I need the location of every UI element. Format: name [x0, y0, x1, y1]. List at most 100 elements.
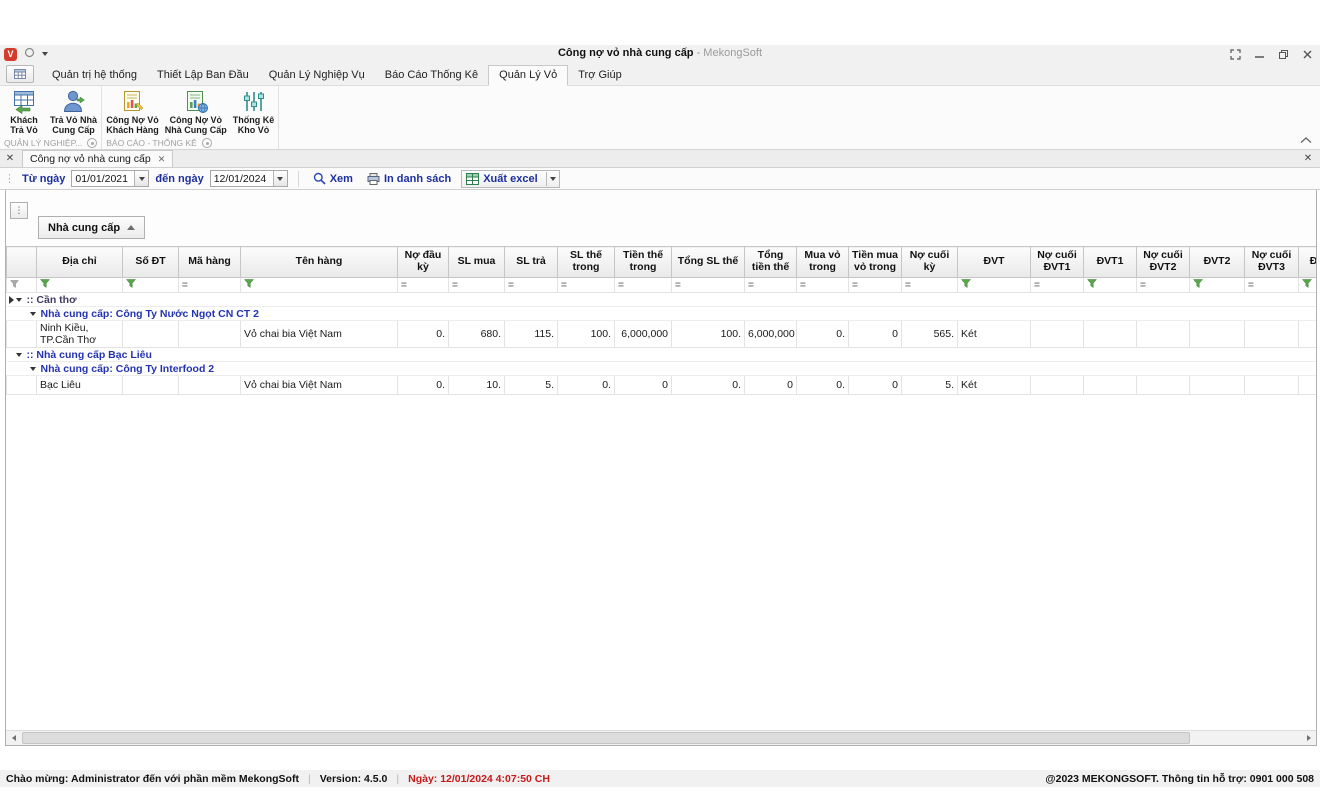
cell-tien_mua_vo_trong[interactable]: 0 — [849, 321, 902, 348]
customer-return-shell-button[interactable]: KháchTrả Vỏ — [1, 86, 47, 136]
group-by-chip-supplier[interactable]: Nhà cung cấp — [38, 216, 145, 239]
column-header-dia_chi[interactable]: Địa chỉ — [37, 247, 123, 278]
filter-cell-ma_hang[interactable]: = — [179, 278, 241, 293]
cell-dvt2[interactable] — [1190, 376, 1245, 395]
cell-tong_sl_the[interactable]: 100. — [672, 321, 745, 348]
cell-no_cuoi_ky[interactable]: 5. — [902, 376, 958, 395]
cell-dvt_clipped[interactable] — [1299, 376, 1318, 395]
column-header-no_cuoi_ky[interactable]: Nợ cuối kỳ — [902, 247, 958, 278]
cell-tong_tien_the[interactable]: 0 — [745, 376, 797, 395]
filter-cell-dvt2[interactable] — [1190, 278, 1245, 293]
minimize-button[interactable] — [1253, 48, 1266, 61]
cell-no_cuoi_dvt2[interactable] — [1137, 376, 1190, 395]
filter-cell-dvt[interactable] — [958, 278, 1031, 293]
fullscreen-button[interactable] — [1229, 48, 1242, 61]
cell-no_dau_ky[interactable]: 0. — [398, 376, 449, 395]
export-excel-button[interactable]: Xuất excel — [461, 170, 559, 188]
column-header-tien_mua_vo_trong[interactable]: Tiền mua vỏ trong — [849, 247, 902, 278]
ribbon-tab-trợ-giúp[interactable]: Trợ Giúp — [568, 66, 631, 85]
filter-cell-tong_sl_the[interactable]: = — [672, 278, 745, 293]
cell-ten_hang[interactable]: Vỏ chai bia Việt Nam — [241, 376, 398, 395]
scroll-left-button[interactable] — [6, 731, 21, 745]
cell-mua_vo_trong[interactable]: 0. — [797, 376, 849, 395]
ribbon-tab-quản-trị-hệ-thống[interactable]: Quản trị hệ thống — [42, 66, 147, 85]
column-header-no_cuoi_dvt1[interactable]: Nợ cuối ĐVT1 — [1031, 247, 1084, 278]
filter-cell-so_dt[interactable] — [123, 278, 179, 293]
column-header-dvt2[interactable]: ĐVT2 — [1190, 247, 1245, 278]
filter-cell-sl_mua[interactable]: = — [449, 278, 505, 293]
return-shell-supplier-button[interactable]: Trả Vỏ NhàCung Cấp — [47, 86, 100, 136]
filter-cell-dvt1[interactable] — [1084, 278, 1137, 293]
column-header-sl_tra[interactable]: SL trả — [505, 247, 558, 278]
supplier-shell-debt-button[interactable]: Công Nợ VỏNhà Cung Cấp — [162, 86, 230, 136]
cell-sl_mua[interactable]: 10. — [449, 376, 505, 395]
filter-cell-dia_chi[interactable] — [37, 278, 123, 293]
filter-cell-no_cuoi_ky[interactable]: = — [902, 278, 958, 293]
cell-no_cuoi_dvt1[interactable] — [1031, 376, 1084, 395]
cell-dvt1[interactable] — [1084, 376, 1137, 395]
document-close-button[interactable]: ✕ — [1300, 151, 1316, 166]
filter-cell-no_cuoi_dvt1[interactable]: = — [1031, 278, 1084, 293]
cell-dvt[interactable]: Két — [958, 321, 1031, 348]
export-excel-dropdown-button[interactable] — [546, 172, 559, 186]
column-header-dvt[interactable]: ĐVT — [958, 247, 1031, 278]
document-tab-active[interactable]: Công nợ vỏ nhà cung cấp ✕ — [22, 150, 173, 167]
filter-cell-sl_the_trong[interactable]: = — [558, 278, 615, 293]
to-date-picker[interactable] — [210, 170, 288, 187]
filter-cell-sl_tra[interactable]: = — [505, 278, 558, 293]
column-header-tien_the_trong[interactable]: Tiền thế trong — [615, 247, 672, 278]
column-header-no_dau_ky[interactable]: Nợ đầu kỳ — [398, 247, 449, 278]
expand-all-button[interactable]: ⋮ — [10, 202, 28, 219]
cell-tong_sl_the[interactable]: 0. — [672, 376, 745, 395]
scroll-right-button[interactable] — [1301, 731, 1316, 745]
column-header-dvt_clipped[interactable]: Đ — [1299, 247, 1318, 278]
close-button[interactable] — [1301, 48, 1314, 61]
ribbon-collapse-button[interactable] — [1298, 134, 1314, 147]
column-header-tong_tien_the[interactable]: Tổng tiền thế — [745, 247, 797, 278]
cell-tien_the_trong[interactable]: 0 — [615, 376, 672, 395]
column-header-so_dt[interactable]: Số ĐT — [123, 247, 179, 278]
from-date-picker[interactable] — [71, 170, 149, 187]
filter-cell-tien_the_trong[interactable]: = — [615, 278, 672, 293]
filter-cell-no_cuoi_dvt2[interactable]: = — [1137, 278, 1190, 293]
cell-no_cuoi_dvt1[interactable] — [1031, 321, 1084, 348]
cell-sl_tra[interactable]: 115. — [505, 321, 558, 348]
column-header-no_cuoi_dvt2[interactable]: Nợ cuối ĐVT2 — [1137, 247, 1190, 278]
shell-stock-stats-button[interactable]: Thống KêKho Vỏ — [230, 86, 278, 136]
filter-cell-no_dau_ky[interactable]: = — [398, 278, 449, 293]
cell-no_cuoi_ky[interactable]: 565. — [902, 321, 958, 348]
scrollbar-thumb[interactable] — [22, 732, 1190, 744]
column-header-sl_mua[interactable]: SL mua — [449, 247, 505, 278]
group-row[interactable]: :: Cần thơ — [7, 293, 1318, 307]
cell-sl_the_trong[interactable]: 0. — [558, 376, 615, 395]
ribbon-tab-thiết-lập-ban-đầu[interactable]: Thiết Lập Ban Đầu — [147, 66, 259, 85]
cell-mua_vo_trong[interactable]: 0. — [797, 321, 849, 348]
to-date-input[interactable] — [211, 171, 273, 186]
column-header-ten_hang[interactable]: Tên hàng — [241, 247, 398, 278]
toolbar-grip-icon[interactable]: ⋮ — [4, 172, 15, 185]
filter-cell-tong_tien_the[interactable]: = — [745, 278, 797, 293]
from-date-dropdown-button[interactable] — [134, 171, 148, 186]
filter-cell-no_cuoi_dvt3[interactable]: = — [1245, 278, 1299, 293]
cell-tien_the_trong[interactable]: 6,000,000 — [615, 321, 672, 348]
ribbon-tab-quản-lý-nghiệp-vụ[interactable]: Quản Lý Nghiệp Vụ — [259, 66, 375, 85]
column-header-ma_hang[interactable]: Mã hàng — [179, 247, 241, 278]
cell-so_dt[interactable] — [123, 321, 179, 348]
cell-tien_mua_vo_trong[interactable]: 0 — [849, 376, 902, 395]
cell-dvt_clipped[interactable] — [1299, 321, 1318, 348]
cell-no_cuoi_dvt3[interactable] — [1245, 321, 1299, 348]
ribbon-tab-quản-lý-vỏ[interactable]: Quản Lý Vỏ — [488, 65, 568, 86]
filter-cell-tien_mua_vo_trong[interactable]: = — [849, 278, 902, 293]
cell-dvt2[interactable] — [1190, 321, 1245, 348]
group-dialog-launcher-icon[interactable] — [87, 138, 97, 148]
collapse-group-icon[interactable] — [16, 353, 22, 357]
restore-button[interactable] — [1277, 48, 1290, 61]
group-by-panel[interactable]: ⋮ Nhà cung cấp — [6, 190, 1316, 246]
collapse-group-icon[interactable] — [30, 312, 36, 316]
view-button[interactable]: Xem — [309, 171, 357, 186]
cell-ma_hang[interactable] — [179, 376, 241, 395]
cell-so_dt[interactable] — [123, 376, 179, 395]
filter-cell-mua_vo_trong[interactable]: = — [797, 278, 849, 293]
app-menu-button[interactable] — [6, 65, 34, 83]
column-header-mua_vo_trong[interactable]: Mua vỏ trong — [797, 247, 849, 278]
